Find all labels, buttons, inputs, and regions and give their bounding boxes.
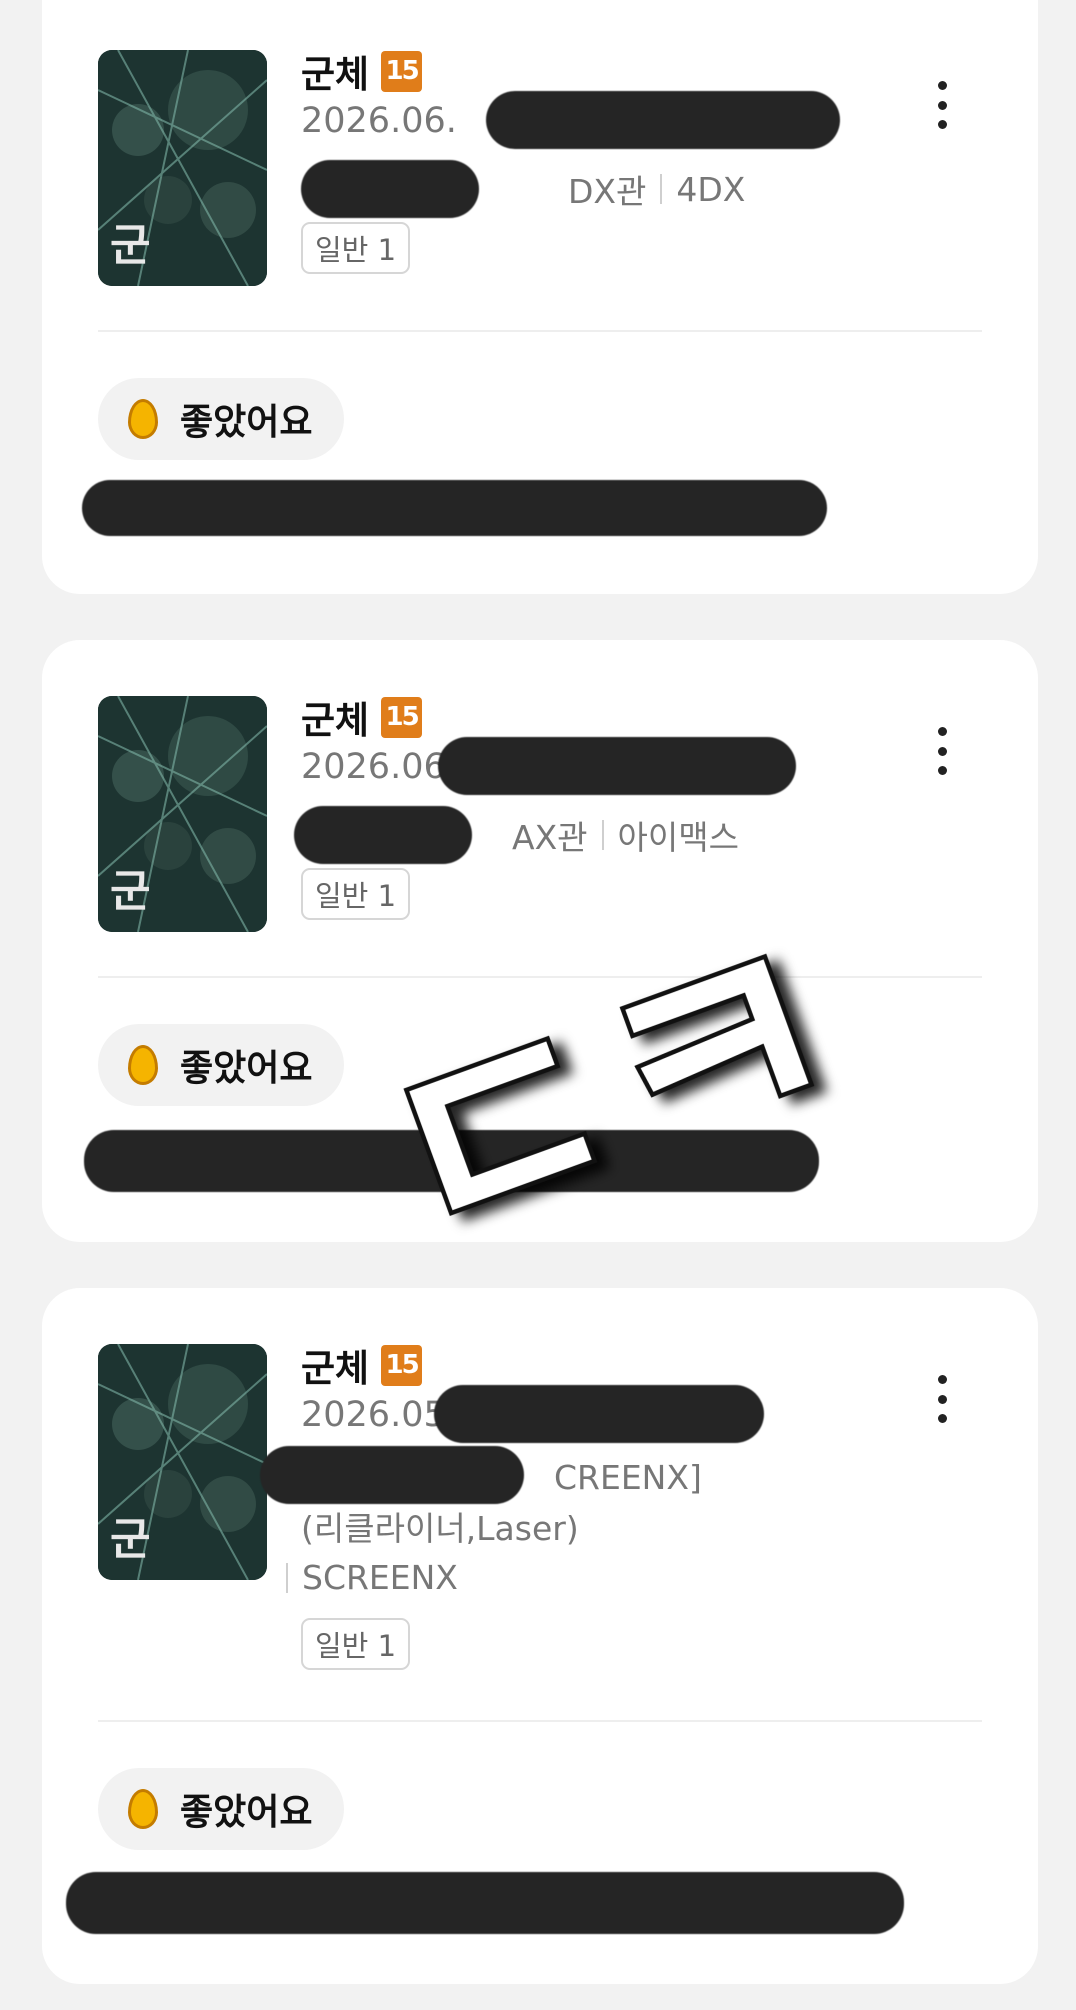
title-row: 군체 15 xyxy=(301,44,423,98)
egg-icon xyxy=(128,1045,158,1085)
svg-text:군: 군 xyxy=(110,866,150,917)
more-vertical-icon[interactable] xyxy=(922,77,962,133)
redaction-bar xyxy=(66,1872,904,1934)
poster-image: 군 xyxy=(98,696,267,932)
divider xyxy=(98,1720,982,1722)
ticket-chip: 일반 1 xyxy=(301,1618,411,1670)
theater-name: DX관 xyxy=(568,172,647,211)
redaction-bar xyxy=(434,1385,764,1443)
movie-title[interactable]: 군체 xyxy=(301,690,369,744)
movie-title[interactable]: 군체 xyxy=(301,44,369,98)
review-card[interactable]: 군 군체 15 2026.05 CREENX] (리클라이너,Laser) SC… xyxy=(42,1288,1038,1984)
ticket-chip: 일반 1 xyxy=(301,222,411,274)
screen-format: 아이맥스 xyxy=(617,818,739,857)
redaction-bar xyxy=(82,480,827,536)
egg-icon xyxy=(128,1789,158,1829)
review-card[interactable]: 군 군체 15 2026.06. DX관 4DX 일반 1 좋았어요 xyxy=(42,0,1038,594)
theater-info: DX관 4DX xyxy=(568,165,745,213)
screening-date: 2026.05 xyxy=(301,1395,446,1435)
screening-date: 2026.06. xyxy=(301,747,457,787)
rating-chip[interactable]: 좋았어요 xyxy=(98,1768,345,1850)
theater-info: SCREENX xyxy=(286,1558,458,1597)
title-row: 군체 15 xyxy=(301,1338,423,1392)
rating-label: 좋았어요 xyxy=(180,1048,313,1089)
rating-chip[interactable]: 좋았어요 xyxy=(98,378,345,460)
screen-format: SCREENX xyxy=(302,1558,458,1597)
screening-date: 2026.06. xyxy=(301,101,457,141)
age-rating-badge: 15 xyxy=(381,696,423,738)
title-row: 군체 15 xyxy=(301,690,423,744)
redaction-bar xyxy=(301,160,479,218)
separator xyxy=(601,820,604,850)
rating-label: 좋았어요 xyxy=(180,1792,313,1833)
ticket-chip: 일반 1 xyxy=(301,868,411,920)
movie-poster[interactable]: 군 xyxy=(98,696,267,932)
movie-poster[interactable]: 군 xyxy=(98,1344,267,1580)
redaction-bar xyxy=(438,737,796,795)
egg-icon xyxy=(128,399,158,439)
poster-image: 군 xyxy=(98,50,267,286)
separator xyxy=(286,1562,288,1593)
separator xyxy=(660,174,663,204)
rating-label: 좋았어요 xyxy=(180,402,313,443)
poster-image: 군 xyxy=(98,1344,267,1580)
theater-name-line1: CREENX] xyxy=(554,1458,702,1497)
svg-text:군: 군 xyxy=(110,220,150,271)
theater-name-line2: (리클라이너,Laser) xyxy=(301,1509,579,1548)
redaction-bar xyxy=(260,1446,524,1504)
movie-title[interactable]: 군체 xyxy=(301,1338,369,1392)
more-vertical-icon[interactable] xyxy=(922,1371,962,1427)
divider xyxy=(98,330,982,332)
theater-info: AX관 아이맥스 xyxy=(512,811,739,859)
screen-format: 4DX xyxy=(676,169,746,209)
movie-poster[interactable]: 군 xyxy=(98,50,267,286)
rating-chip[interactable]: 좋았어요 xyxy=(98,1024,345,1106)
theater-name: AX관 xyxy=(512,818,588,857)
more-vertical-icon[interactable] xyxy=(922,723,962,779)
redaction-bar xyxy=(294,806,472,864)
age-rating-badge: 15 xyxy=(381,1344,423,1386)
redaction-bar xyxy=(486,91,840,149)
svg-text:군: 군 xyxy=(110,1514,150,1565)
age-rating-badge: 15 xyxy=(381,50,423,92)
